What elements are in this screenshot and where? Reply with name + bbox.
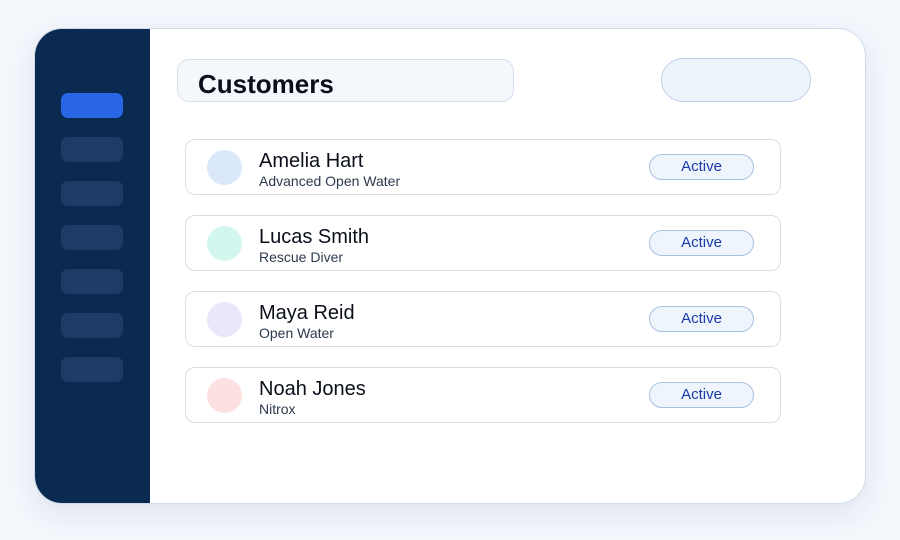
avatar xyxy=(207,150,242,185)
header-action-button[interactable] xyxy=(661,58,811,102)
customer-row[interactable]: Amelia Hart Advanced Open Water Active xyxy=(185,139,781,195)
sidebar-item-4[interactable] xyxy=(61,225,123,250)
sidebar-item-2[interactable] xyxy=(61,137,123,162)
customer-row[interactable]: Noah Jones Nitrox Active xyxy=(185,367,781,423)
avatar xyxy=(207,226,242,261)
customer-name: Lucas Smith xyxy=(259,226,370,248)
customer-certification: Rescue Diver xyxy=(259,249,344,265)
status-badge[interactable]: Active xyxy=(649,306,754,332)
customer-name: Maya Reid xyxy=(259,302,355,324)
page-header: Customers xyxy=(177,59,514,102)
customer-name: Noah Jones xyxy=(259,378,366,400)
customer-certification: Advanced Open Water xyxy=(259,173,401,189)
status-badge[interactable]: Active xyxy=(649,154,754,180)
sidebar-item-5[interactable] xyxy=(61,269,123,294)
page-title: Customers xyxy=(198,69,334,99)
sidebar-item-6[interactable] xyxy=(61,313,123,338)
sidebar xyxy=(35,29,150,503)
app-window: Customers Amelia Hart Advanced Open Wate… xyxy=(34,28,866,504)
customer-row[interactable]: Maya Reid Open Water Active xyxy=(185,291,781,347)
sidebar-item-7[interactable] xyxy=(61,357,123,382)
customer-row[interactable]: Lucas Smith Rescue Diver Active xyxy=(185,215,781,271)
sidebar-item-3[interactable] xyxy=(61,181,123,206)
avatar xyxy=(207,302,242,337)
customer-name: Amelia Hart xyxy=(259,150,364,172)
customer-certification: Open Water xyxy=(259,325,334,341)
status-badge[interactable]: Active xyxy=(649,382,754,408)
customer-certification: Nitrox xyxy=(259,401,296,417)
avatar xyxy=(207,378,242,413)
sidebar-item-1[interactable] xyxy=(61,93,123,118)
status-badge[interactable]: Active xyxy=(649,230,754,256)
